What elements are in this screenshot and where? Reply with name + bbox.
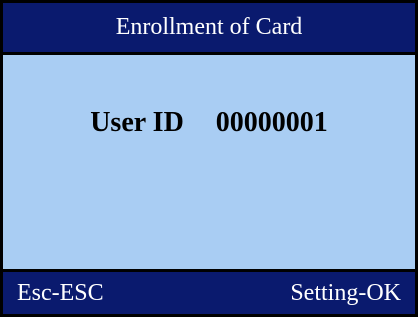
user-id-label: User ID bbox=[90, 107, 184, 138]
content-area: User ID 00000001 bbox=[3, 55, 415, 269]
user-id-row: User ID 00000001 bbox=[3, 107, 415, 139]
device-screen: Enrollment of Card User ID 00000001 Esc-E… bbox=[0, 0, 418, 317]
user-id-value: 00000001 bbox=[215, 107, 328, 138]
esc-button[interactable]: Esc-ESC bbox=[17, 272, 104, 314]
screen-title: Enrollment of Card bbox=[3, 3, 415, 55]
ok-button[interactable]: Setting-OK bbox=[290, 272, 401, 314]
footer-bar: Esc-ESC Setting-OK bbox=[3, 269, 415, 314]
